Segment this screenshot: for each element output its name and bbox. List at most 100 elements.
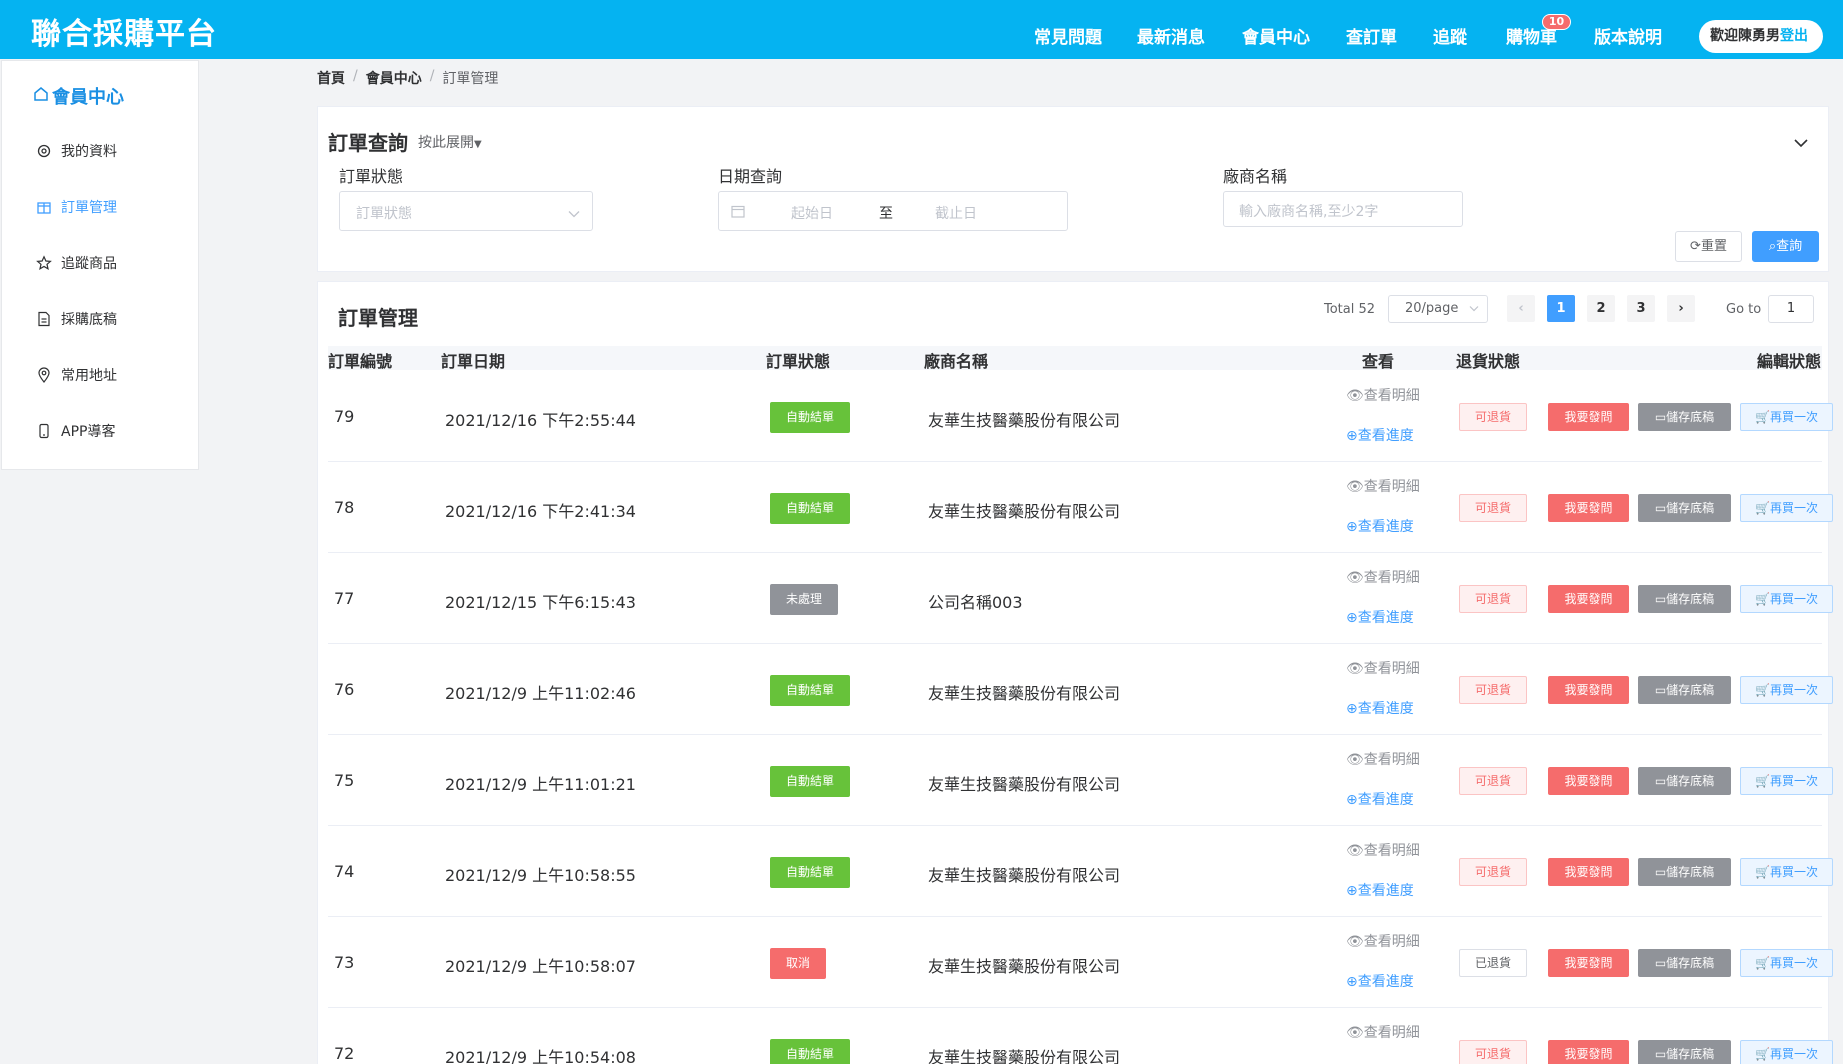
sidebar-item-tracked[interactable]: 追蹤商品 [35,253,117,273]
nav-faq[interactable]: 常見問題 [1034,23,1102,48]
view-detail-link[interactable]: 👁查看明細 [1346,567,1420,587]
ask-question-button[interactable]: 我要發問 [1548,403,1629,431]
return-status-button[interactable]: 可退貨 [1459,767,1527,795]
rebuy-button[interactable]: 🛒再買一次 [1740,1040,1833,1064]
nav-news[interactable]: 最新消息 [1137,23,1205,48]
col-return-status: 退貨狀態 [1456,352,1521,371]
save-draft-button[interactable]: ▭儲存底稿 [1638,676,1731,704]
page-2-button[interactable]: 2 [1587,295,1615,322]
cart-icon: 🛒 [1755,683,1770,697]
folder-icon: ▭ [1654,774,1667,788]
page-1-button[interactable]: 1 [1547,295,1575,322]
view-detail-label: 查看明細 [1363,843,1420,859]
view-progress-link[interactable]: ⊕查看進度 [1346,971,1414,991]
return-status-button[interactable]: 可退貨 [1459,494,1527,522]
expand-toggle[interactable]: 按此展開▼ [418,132,482,152]
view-detail-link[interactable]: 👁查看明細 [1346,385,1420,405]
chevron-down-icon [568,206,580,222]
expand-label: 按此展開 [418,135,474,151]
nav-version-notes[interactable]: 版本說明 [1594,23,1662,48]
return-status-button[interactable]: 可退貨 [1459,858,1527,886]
rebuy-button[interactable]: 🛒再買一次 [1740,767,1833,795]
view-progress-link[interactable]: ⊕查看進度 [1346,425,1414,445]
view-detail-link[interactable]: 👁查看明細 [1346,840,1420,860]
prev-page-button[interactable]: ‹ [1507,295,1535,322]
save-draft-button[interactable]: ▭儲存底稿 [1638,949,1731,977]
start-date-input[interactable]: 起始日 [791,203,833,223]
save-draft-button[interactable]: ▭儲存底稿 [1638,403,1731,431]
ask-question-button[interactable]: 我要發問 [1548,1040,1629,1064]
nav-order-query[interactable]: 查訂單 [1346,23,1397,48]
view-detail-link[interactable]: 👁查看明細 [1346,1022,1420,1042]
ask-question-button[interactable]: 我要發問 [1548,858,1629,886]
logout-link[interactable]: 登出 [1780,28,1808,44]
sidebar-item-addresses[interactable]: 常用地址 [35,365,117,385]
rebuy-button[interactable]: 🛒再買一次 [1740,494,1833,522]
rebuy-button[interactable]: 🛒再買一次 [1740,949,1833,977]
rebuy-button[interactable]: 🛒再買一次 [1740,676,1833,704]
breadcrumb-member-center[interactable]: 會員中心 [366,68,422,88]
nav-member-center[interactable]: 會員中心 [1242,23,1310,48]
cart-icon: 🛒 [1755,774,1770,788]
return-status-button[interactable]: 可退貨 [1459,585,1527,613]
view-progress-link[interactable]: ⊕查看進度 [1346,880,1414,900]
view-detail-link[interactable]: 👁查看明細 [1346,749,1420,769]
save-draft-label: 儲存底稿 [1666,501,1715,515]
ask-question-button[interactable]: 我要發問 [1548,949,1629,977]
query-title: 訂單查詢 [328,131,408,155]
view-detail-link[interactable]: 👁查看明細 [1346,931,1420,951]
caret-down-icon: ▼ [474,139,482,150]
page-3-button[interactable]: 3 [1627,295,1655,322]
view-detail-link[interactable]: 👁查看明細 [1346,476,1420,496]
return-status-button[interactable]: 可退貨 [1459,676,1527,704]
page-size-select[interactable]: 20/page [1388,295,1488,323]
sidebar-title[interactable]: 會員中心 [33,83,124,109]
chevron-down-icon [1469,296,1479,322]
date-range-picker[interactable]: 起始日 至 截止日 [718,191,1068,231]
order-date: 2021/12/9 上午10:58:07 [445,957,636,976]
view-progress-link[interactable]: ⊕查看進度 [1346,698,1414,718]
rebuy-button[interactable]: 🛒再買一次 [1740,403,1833,431]
sidebar-item-orders[interactable]: 訂單管理 [35,197,117,217]
goto-page-input[interactable]: 1 [1768,295,1814,323]
folder-icon: ▭ [1654,501,1667,515]
view-progress-link[interactable]: ⊕查看進度 [1346,607,1414,627]
nav-tracking[interactable]: 追蹤 [1433,23,1467,48]
save-draft-button[interactable]: ▭儲存底稿 [1638,585,1731,613]
save-draft-button[interactable]: ▭儲存底稿 [1638,494,1731,522]
search-button[interactable]: ⌕查詢 [1752,231,1819,262]
view-detail-link[interactable]: 👁查看明細 [1346,658,1420,678]
sidebar-item-app-referral[interactable]: APP導客 [35,421,115,441]
vendor-name-input[interactable]: 輸入廠商名稱,至少2字 [1223,191,1463,227]
search-label: 查詢 [1776,239,1803,254]
save-draft-label: 儲存底稿 [1666,410,1715,424]
return-status-button[interactable]: 可退貨 [1459,403,1527,431]
plus-circle-icon: ⊕ [1346,883,1358,899]
breadcrumb-home[interactable]: 首頁 [317,68,345,88]
collapse-chevron-icon[interactable] [1794,133,1808,152]
status-select[interactable]: 訂單狀態 [339,191,593,231]
view-progress-link[interactable]: ⊕查看進度 [1346,789,1414,809]
rebuy-button[interactable]: 🛒再買一次 [1740,585,1833,613]
save-draft-button[interactable]: ▭儲存底稿 [1638,1040,1731,1064]
ask-question-button[interactable]: 我要發問 [1548,585,1629,613]
order-id: 74 [334,862,355,881]
ask-question-button[interactable]: 我要發問 [1548,494,1629,522]
return-status-button[interactable]: 可退貨 [1459,1040,1527,1064]
ask-question-button[interactable]: 我要發問 [1548,767,1629,795]
view-progress-link[interactable]: ⊕查看進度 [1346,516,1414,536]
sidebar-item-profile[interactable]: 我的資料 [35,141,117,161]
reset-button[interactable]: ⟳重置 [1675,231,1742,262]
next-page-button[interactable]: › [1667,295,1695,322]
rebuy-button[interactable]: 🛒再買一次 [1740,858,1833,886]
col-view: 查看 [1362,352,1395,371]
return-status-button[interactable]: 已退貨 [1459,949,1527,977]
eye-icon: 👁 [1346,479,1364,495]
brand-logo[interactable]: 聯合採購平台 [31,9,217,53]
save-draft-button[interactable]: ▭儲存底稿 [1638,858,1731,886]
end-date-input[interactable]: 截止日 [935,203,977,223]
ask-question-button[interactable]: 我要發問 [1548,676,1629,704]
order-date: 2021/12/16 下午2:55:44 [445,411,636,430]
sidebar-item-drafts[interactable]: 採購底稿 [35,309,117,329]
save-draft-button[interactable]: ▭儲存底稿 [1638,767,1731,795]
